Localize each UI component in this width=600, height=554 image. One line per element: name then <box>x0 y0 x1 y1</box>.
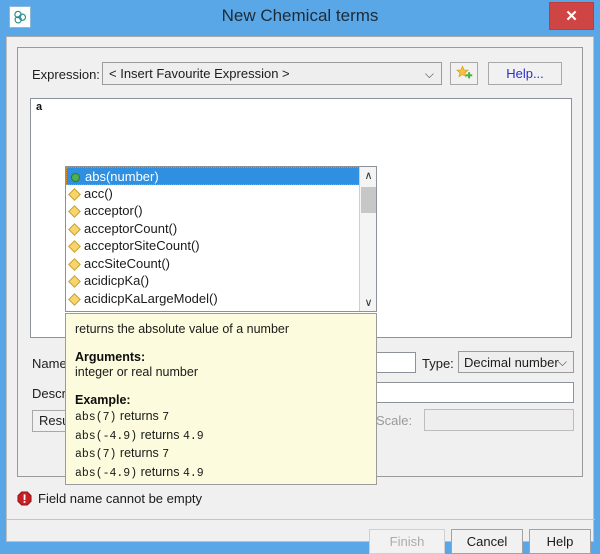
yellow-diamond-icon <box>68 293 81 306</box>
list-item[interactable]: accSiteCount() <box>66 255 376 273</box>
type-value: Decimal number <box>464 355 559 370</box>
doc-arguments-heading: Arguments: <box>75 349 367 365</box>
doc-example-line: abs(7) returns 7 <box>75 445 367 464</box>
doc-arguments-text: integer or real number <box>75 365 367 380</box>
list-item-label: acceptorCount() <box>84 221 177 236</box>
doc-example-code: abs(-4.9) <box>75 467 137 480</box>
doc-example-line: abs(-4.9) returns 4.9 <box>75 427 367 446</box>
doc-example-text: returns <box>120 409 159 423</box>
list-item-label: accSiteCount() <box>84 256 170 271</box>
list-item[interactable]: acceptorSiteCount() <box>66 237 376 255</box>
expression-help-button[interactable]: Help... <box>488 62 562 85</box>
doc-example-code: abs(7) <box>75 411 116 424</box>
yellow-diamond-icon <box>68 223 81 236</box>
list-item-label: acceptor() <box>84 203 143 218</box>
list-item[interactable]: acc() <box>66 185 376 203</box>
cancel-button[interactable]: Cancel <box>451 529 523 554</box>
list-item[interactable]: acidicpKa() <box>66 272 376 290</box>
doc-example-text: returns <box>141 428 180 442</box>
title-bar: New Chemical terms ✕ <box>0 0 600 36</box>
help-button[interactable]: Help <box>529 529 591 554</box>
doc-example-code: abs(7) <box>75 448 116 461</box>
doc-example-line: abs(7) returns 7 <box>75 408 367 427</box>
list-item-label: acc() <box>84 186 113 201</box>
scroll-up-icon[interactable]: ∧ <box>360 167 377 184</box>
type-label: Type: <box>422 356 454 371</box>
doc-example-result: 4.9 <box>183 467 204 480</box>
window-title: New Chemical terms <box>0 6 600 26</box>
doc-example-result: 7 <box>162 448 169 461</box>
yellow-diamond-icon <box>68 258 81 271</box>
list-item-label: abs(number) <box>85 169 159 184</box>
add-favourite-button[interactable] <box>450 62 478 85</box>
list-item[interactable]: abs(number) <box>66 167 376 185</box>
chevron-down-icon: ⌵ <box>558 355 567 370</box>
yellow-diamond-icon <box>68 275 81 288</box>
doc-example-heading: Example: <box>75 392 367 408</box>
autocomplete-scrollbar[interactable]: ∧ ∨ <box>359 167 376 311</box>
favourite-expression-value: < Insert Favourite Expression > <box>109 66 290 81</box>
dialog-window: New Chemical terms ✕ Expression: < Inser… <box>0 0 600 548</box>
list-item-label: acceptorSiteCount() <box>84 238 200 253</box>
documentation-tooltip: returns the absolute value of a number A… <box>65 313 377 485</box>
dialog-body: Expression: < Insert Favourite Expressio… <box>6 36 594 542</box>
list-item[interactable]: acidicpKaLargeModel() <box>66 290 376 308</box>
type-dropdown[interactable]: Decimal number ⌵ <box>458 351 574 373</box>
doc-example-result: 4.9 <box>183 430 204 443</box>
chevron-down-icon: ⌵ <box>425 67 434 82</box>
error-octagon-icon <box>17 491 32 506</box>
scale-input <box>424 409 574 431</box>
doc-summary: returns the absolute value of a number <box>75 322 367 337</box>
doc-example-line: abs(-4.9) returns 4.9 <box>75 464 367 483</box>
expression-row: Expression: < Insert Favourite Expressio… <box>18 62 584 88</box>
yellow-diamond-icon <box>68 188 81 201</box>
error-message: Field name cannot be empty <box>38 491 202 506</box>
green-dot-icon <box>71 173 80 182</box>
autocomplete-list[interactable]: abs(number) acc() acceptor() acceptorCou… <box>65 166 377 312</box>
list-item[interactable]: acceptor() <box>66 202 376 220</box>
expression-input-value: a <box>36 101 42 113</box>
favourite-expression-dropdown[interactable]: < Insert Favourite Expression > ⌵ <box>102 62 442 85</box>
list-item-label: acidicpKaLargeModel() <box>84 291 218 306</box>
doc-example-text: returns <box>120 446 159 460</box>
add-favourite-star-icon <box>456 65 473 82</box>
status-bar: Field name cannot be empty <box>17 485 583 511</box>
doc-example-result: 7 <box>162 411 169 424</box>
scale-label: Scale: <box>376 413 412 428</box>
yellow-diamond-icon <box>68 240 81 253</box>
scroll-down-icon[interactable]: ∨ <box>360 294 377 311</box>
finish-button[interactable]: Finish <box>369 529 445 554</box>
doc-example-text: returns <box>141 465 180 479</box>
yellow-diamond-icon <box>68 205 81 218</box>
list-item-label: acidicpKa() <box>84 273 149 288</box>
footer-divider <box>7 519 595 520</box>
list-item[interactable]: acceptorCount() <box>66 220 376 238</box>
content-panel: Expression: < Insert Favourite Expressio… <box>17 47 583 477</box>
close-button[interactable]: ✕ <box>549 2 594 30</box>
doc-example-code: abs(-4.9) <box>75 430 137 443</box>
expression-label: Expression: <box>32 67 100 82</box>
scrollbar-thumb[interactable] <box>361 187 376 213</box>
